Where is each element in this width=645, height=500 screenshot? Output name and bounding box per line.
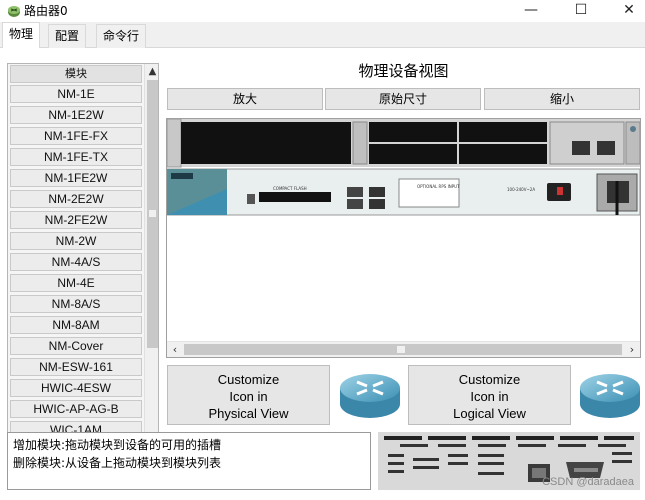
router-icon (580, 374, 640, 418)
window-title: 路由器0 (24, 4, 68, 18)
tab-cli[interactable]: 命令行 (96, 24, 147, 48)
module-item-nm-1fe-tx[interactable]: NM-1FE-TX (10, 148, 142, 166)
module-item-nm-2e2w[interactable]: NM-2E2W (10, 190, 142, 208)
zoom-in-button[interactable]: 放大 (167, 88, 323, 110)
scroll-right-icon[interactable]: › (624, 342, 640, 357)
maximize-button[interactable]: ☐ (560, 0, 602, 22)
customize-logical-icon-button[interactable]: Customize Icon in Logical View (408, 365, 571, 425)
rps-label: OPTIONAL RPS INPUT (417, 184, 460, 189)
customize-logical-line-2: Icon in (470, 389, 509, 404)
router-device-icon (8, 6, 20, 17)
module-list-header: 模块 (10, 65, 142, 83)
zoom-out-button[interactable]: 缩小 (484, 88, 640, 110)
module-item-nm-esw-161[interactable]: NM-ESW-161 (10, 358, 142, 376)
module-item-nm-1fe2w[interactable]: NM-1FE2W (10, 169, 142, 187)
help-remove-module: 删除模块:从设备上拖动模块到模块列表 (13, 456, 222, 470)
customize-physical-line-1: Customize (217, 372, 280, 387)
module-item-nm-cover[interactable]: NM-Cover (10, 337, 142, 355)
tab-config[interactable]: 配置 (48, 24, 87, 48)
module-item-nm-1fe-fx[interactable]: NM-1FE-FX (10, 127, 142, 145)
physical-tab-panel: 模块 NM-1E NM-1E2W NM-1FE-FX NM-1FE-TX NM-… (0, 48, 645, 500)
module-item-hwic-ap-ag-b[interactable]: HWIC-AP-AG-B (10, 400, 142, 418)
module-item-nm-2w[interactable]: NM-2W (10, 232, 142, 250)
customize-logical-line-3: Logical View (453, 406, 526, 421)
module-item-hwic-4esw[interactable]: HWIC-4ESW (10, 379, 142, 397)
watermark: CSDN @daradaea (542, 476, 634, 488)
help-add-module: 增加模块:拖动模块到设备的可用的插槽 (13, 438, 222, 452)
module-list: 模块 NM-1E NM-1E2W NM-1FE-FX NM-1FE-TX NM-… (7, 63, 159, 474)
scroll-left-icon[interactable]: ‹ (167, 342, 183, 357)
tab-physical[interactable]: 物理 (2, 22, 41, 49)
module-item-nm-4e[interactable]: NM-4E (10, 274, 142, 292)
customize-physical-line-3: Physical View (208, 406, 289, 421)
tab-bar: 物理 配置 命令行 (0, 22, 645, 49)
compact-flash-slot[interactable] (259, 192, 331, 202)
title-bar: 路由器0 — ☐ ✕ (0, 0, 645, 22)
scroll-up-icon[interactable]: ▲ (145, 64, 158, 80)
module-item-nm-8a-s[interactable]: NM-8A/S (10, 295, 142, 313)
customize-physical-line-2: Icon in (229, 389, 268, 404)
scrollbar-thumb[interactable] (147, 80, 158, 348)
module-item-nm-4a-s[interactable]: NM-4A/S (10, 253, 142, 271)
device-view-scrollbar[interactable]: ‹ › (167, 341, 640, 357)
customize-logical-line-1: Customize (458, 372, 521, 387)
close-button[interactable]: ✕ (608, 0, 645, 22)
wic-slot-3[interactable] (459, 144, 547, 164)
customize-physical-icon-button[interactable]: Customize Icon in Physical View (167, 365, 330, 425)
physical-device-view: OPTIONAL RPS INPUT COMPACT FLASH 100-240… (166, 118, 641, 358)
module-item-nm-2fe2w[interactable]: NM-2FE2W (10, 211, 142, 229)
module-item-nm-8am[interactable]: NM-8AM (10, 316, 142, 334)
module-item-nm-1e2w[interactable]: NM-1E2W (10, 106, 142, 124)
thumb-grip (397, 346, 405, 353)
help-text-box: 增加模块:拖动模块到设备的可用的插槽 删除模块:从设备上拖动模块到模块列表 (7, 432, 371, 490)
module-list-viewport: 模块 NM-1E NM-1E2W NM-1FE-FX NM-1FE-TX NM-… (8, 64, 144, 473)
module-preview: CSDN @daradaea (378, 432, 640, 490)
device-view-title: 物理设备视图 (358, 62, 449, 80)
horizontal-scroll-thumb[interactable] (184, 344, 622, 355)
wic-slot-1[interactable] (459, 122, 547, 142)
router-chassis[interactable]: OPTIONAL RPS INPUT COMPACT FLASH 100-240… (167, 119, 640, 341)
router-icon (340, 374, 400, 418)
wic-slot-2[interactable] (369, 144, 457, 164)
original-size-button[interactable]: 原始尺寸 (325, 88, 481, 110)
module-list-scrollbar[interactable]: ▲ ▼ (144, 64, 158, 473)
power-label: 100-240V~2A (507, 187, 535, 192)
minimize-button[interactable]: — (510, 0, 552, 22)
compact-flash-label: COMPACT FLASH (273, 186, 307, 191)
module-item-nm-1e[interactable]: NM-1E (10, 85, 142, 103)
module-slot-0[interactable] (181, 122, 351, 164)
thumb-grip (149, 210, 156, 217)
wic-slot-0[interactable] (369, 122, 457, 142)
